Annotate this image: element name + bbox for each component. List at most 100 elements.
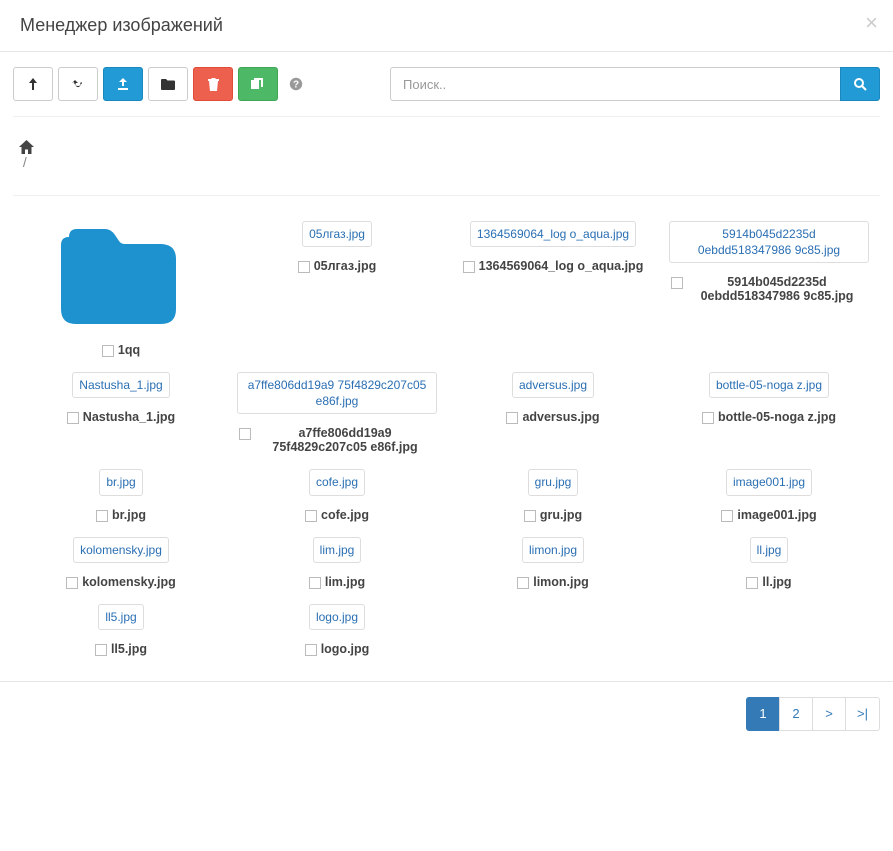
item-checkbox[interactable] <box>702 412 714 424</box>
page-button[interactable]: > <box>812 697 846 731</box>
thumbnail-alt-text: image001.jpg <box>730 473 808 491</box>
home-icon[interactable] <box>19 140 880 154</box>
item-label-row: ll.jpg <box>666 575 872 589</box>
item-label-row: limon.jpg <box>450 575 656 589</box>
parent-folder-button[interactable] <box>13 67 53 101</box>
item-filename: ll5.jpg <box>111 642 147 656</box>
image-manager-modal: Менеджер изображений × <box>0 0 893 746</box>
file-item: adversus.jpg adversus.jpg <box>445 367 661 459</box>
item-filename: 5914b045d2235d 0ebdd518347986 9c85.jpg <box>687 275 867 303</box>
item-filename: 1qq <box>118 343 140 357</box>
file-thumbnail[interactable]: 1364569064_log o_aqua.jpg <box>470 221 636 247</box>
item-checkbox[interactable] <box>517 577 529 589</box>
item-checkbox[interactable] <box>305 644 317 656</box>
search-icon <box>854 78 867 91</box>
thumbnail-alt-text: 05лгаз.jpg <box>306 225 368 243</box>
search-button[interactable] <box>840 67 880 101</box>
search-input[interactable] <box>390 67 840 101</box>
item-label-row: br.jpg <box>18 508 224 522</box>
item-filename: adversus.jpg <box>522 410 599 424</box>
item-checkbox[interactable] <box>506 412 518 424</box>
thumbnail-alt-text: Nastusha_1.jpg <box>76 376 165 394</box>
file-thumbnail[interactable]: ll.jpg <box>750 537 789 563</box>
item-filename: kolomensky.jpg <box>82 575 176 589</box>
file-thumbnail[interactable]: 5914b045d2235d 0ebdd518347986 9c85.jpg <box>669 221 869 263</box>
file-item: ll5.jpg ll5.jpg <box>13 599 229 661</box>
help-icon[interactable]: ? <box>289 77 303 91</box>
item-filename: 05лгаз.jpg <box>314 259 377 273</box>
item-checkbox[interactable] <box>67 412 79 424</box>
refresh-icon <box>71 78 85 90</box>
item-checkbox[interactable] <box>305 510 317 522</box>
item-label-row: lim.jpg <box>234 575 440 589</box>
item-checkbox[interactable] <box>96 510 108 522</box>
file-thumbnail[interactable]: logo.jpg <box>309 604 365 630</box>
item-checkbox[interactable] <box>746 577 758 589</box>
item-filename: logo.jpg <box>321 642 370 656</box>
folder-item: 1qq <box>13 216 229 362</box>
item-filename: bottle-05-noga z.jpg <box>718 410 836 424</box>
file-thumbnail[interactable]: a7ffe806dd19a9 75f4829c207c05 e86f.jpg <box>237 372 437 414</box>
item-checkbox[interactable] <box>309 577 321 589</box>
thumbnail-alt-text: gru.jpg <box>532 473 575 491</box>
folder-thumbnail[interactable] <box>18 221 218 331</box>
item-checkbox[interactable] <box>524 510 536 522</box>
file-thumbnail[interactable]: image001.jpg <box>726 469 812 495</box>
thumbnail-alt-text: bottle-05-noga z.jpg <box>713 376 825 394</box>
file-item: limon.jpg limon.jpg <box>445 532 661 594</box>
upload-button[interactable] <box>103 67 143 101</box>
file-item: br.jpg br.jpg <box>13 464 229 526</box>
file-thumbnail[interactable]: adversus.jpg <box>512 372 594 398</box>
file-thumbnail[interactable]: ll5.jpg <box>98 604 143 630</box>
item-checkbox[interactable] <box>298 261 310 273</box>
item-checkbox[interactable] <box>721 510 733 522</box>
move-copy-button[interactable] <box>238 67 278 101</box>
trash-icon <box>208 78 219 91</box>
page-button[interactable]: >| <box>845 697 880 731</box>
item-filename: limon.jpg <box>533 575 589 589</box>
item-label-row: 5914b045d2235d 0ebdd518347986 9c85.jpg <box>666 275 872 303</box>
delete-button[interactable] <box>193 67 233 101</box>
item-checkbox[interactable] <box>463 261 475 273</box>
item-filename: lim.jpg <box>325 575 365 589</box>
file-item: cofe.jpg cofe.jpg <box>229 464 445 526</box>
page-button[interactable]: 1 <box>746 697 780 731</box>
modal-title: Менеджер изображений <box>20 15 873 36</box>
item-label-row: cofe.jpg <box>234 508 440 522</box>
item-label-row: ll5.jpg <box>18 642 224 656</box>
item-checkbox[interactable] <box>95 644 107 656</box>
file-thumbnail[interactable]: cofe.jpg <box>309 469 365 495</box>
new-folder-button[interactable] <box>148 67 188 101</box>
page-button[interactable]: 2 <box>779 697 813 731</box>
file-item: kolomensky.jpg kolomensky.jpg <box>13 532 229 594</box>
item-filename: image001.jpg <box>737 508 816 522</box>
item-checkbox[interactable] <box>102 345 114 357</box>
file-thumbnail[interactable]: kolomensky.jpg <box>73 537 169 563</box>
item-label-row: 1qq <box>18 343 224 357</box>
item-filename: 1364569064_log o_aqua.jpg <box>479 259 644 273</box>
file-thumbnail[interactable]: lim.jpg <box>313 537 362 563</box>
divider <box>13 116 880 117</box>
item-checkbox[interactable] <box>66 577 78 589</box>
search-group <box>390 67 880 101</box>
refresh-button[interactable] <box>58 67 98 101</box>
file-item: image001.jpg image001.jpg <box>661 464 877 526</box>
file-thumbnail[interactable]: limon.jpg <box>522 537 584 563</box>
close-button[interactable]: × <box>865 12 878 34</box>
item-filename: a7ffe806dd19a9 75f4829c207c05 e86f.jpg <box>255 426 435 454</box>
file-thumbnail[interactable]: Nastusha_1.jpg <box>72 372 169 398</box>
folder-icon <box>161 79 175 90</box>
item-checkbox[interactable] <box>239 428 251 440</box>
item-label-row: 1364569064_log o_aqua.jpg <box>450 259 656 273</box>
file-thumbnail[interactable]: gru.jpg <box>528 469 579 495</box>
divider <box>13 195 880 196</box>
thumbnail-alt-text: ll.jpg <box>754 541 785 559</box>
modal-header: Менеджер изображений × <box>0 0 893 52</box>
thumbnail-alt-text: 5914b045d2235d 0ebdd518347986 9c85.jpg <box>673 225 865 259</box>
file-thumbnail[interactable]: br.jpg <box>99 469 142 495</box>
item-checkbox[interactable] <box>671 277 683 289</box>
file-thumbnail[interactable]: bottle-05-noga z.jpg <box>709 372 829 398</box>
thumbnail-alt-text: kolomensky.jpg <box>77 541 165 559</box>
file-thumbnail[interactable]: 05лгаз.jpg <box>302 221 372 247</box>
breadcrumb-sep: / <box>23 154 27 170</box>
